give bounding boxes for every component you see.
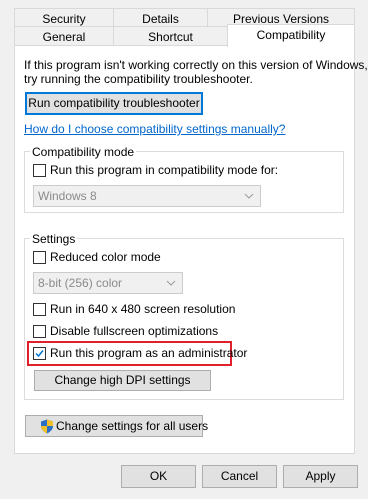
- change-all-users-button[interactable]: Change settings for all users: [25, 415, 208, 437]
- compat-mode-select[interactable]: Windows 8: [33, 185, 261, 207]
- shield-icon: [41, 419, 53, 434]
- resolution-label: Run in 640 x 480 screen resolution: [50, 302, 236, 316]
- help-link[interactable]: How do I choose compatibility settings m…: [24, 122, 285, 136]
- run-as-admin-label: Run this program as an administrator: [50, 346, 248, 360]
- fullscreen-optimizations-label: Disable fullscreen optimizations: [50, 324, 219, 338]
- color-mode-select-value: 8-bit (256) color: [38, 276, 123, 290]
- apply-button[interactable]: Apply: [283, 465, 358, 488]
- compat-mode-select-value: Windows 8: [38, 189, 97, 203]
- reduced-color-checkbox[interactable]: [33, 251, 46, 264]
- reduced-color-label: Reduced color mode: [50, 250, 161, 264]
- intro-line-1: If this program isn't working correctly …: [24, 58, 368, 72]
- chevron-down-icon: [244, 193, 254, 199]
- resolution-checkbox[interactable]: [33, 303, 46, 316]
- compatibility-mode-group-label: Compatibility mode: [30, 145, 137, 159]
- change-dpi-button[interactable]: Change high DPI settings: [34, 370, 211, 391]
- checkmark-icon: [35, 350, 44, 358]
- fullscreen-optimizations-checkbox[interactable]: [33, 325, 46, 338]
- run-as-admin-checkbox[interactable]: [33, 347, 46, 360]
- cancel-button[interactable]: Cancel: [202, 465, 277, 488]
- color-mode-select[interactable]: 8-bit (256) color: [33, 272, 183, 294]
- settings-group-label: Settings: [30, 232, 78, 246]
- ok-button[interactable]: OK: [121, 465, 196, 488]
- chevron-down-icon: [166, 280, 176, 286]
- compat-mode-checkbox[interactable]: [33, 164, 46, 177]
- change-all-users-label: Change settings for all users: [56, 419, 209, 433]
- intro-line-2: try running the compatibility troublesho…: [24, 72, 253, 86]
- run-troubleshooter-button[interactable]: Run compatibility troubleshooter: [25, 92, 203, 115]
- compat-mode-label: Run this program in compatibility mode f…: [50, 163, 279, 177]
